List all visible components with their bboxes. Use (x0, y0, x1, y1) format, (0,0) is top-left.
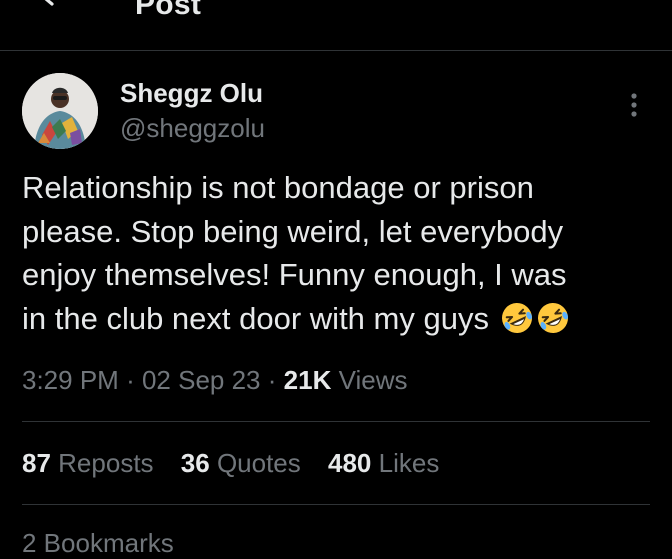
views-label[interactable]: Views (339, 365, 408, 395)
quotes-stat[interactable]: 36 Quotes (181, 448, 301, 478)
page-title: Post (135, 0, 202, 21)
post-date[interactable]: 02 Sep 23 (142, 365, 261, 395)
avatar-image (22, 73, 98, 149)
post-text-line: please. Stop being weird, let everybody (22, 213, 564, 249)
more-options-icon[interactable] (624, 90, 644, 120)
post-text-line: enjoy themselves! Funny enough, I was (22, 257, 567, 292)
post-time[interactable]: 3:29 PM (22, 365, 119, 395)
post-meta: 3:29 PM · 02 Sep 23 · 21K Views (22, 365, 408, 396)
likes-label: Likes (378, 448, 440, 478)
top-bar: Post (0, 0, 672, 51)
meta-separator: · (126, 365, 135, 395)
reposts-label: Reposts (58, 448, 154, 478)
post-text-line-content: in the club next door with my guys (22, 300, 489, 336)
likes-stat[interactable]: 480 Likes (328, 448, 439, 478)
rolling-on-floor-laughing-emoji (501, 302, 532, 333)
engagement-stats: 87 Reposts 36 Quotes 480 Likes (22, 448, 459, 479)
quotes-count: 36 (180, 448, 210, 478)
quotes-label: Quotes (216, 448, 301, 478)
avatar[interactable] (22, 73, 98, 149)
post-text-line-last: in the club next door with my guys (22, 297, 662, 341)
author-display-name[interactable]: Sheggz Olu (120, 78, 263, 109)
reposts-stat[interactable]: 87 Reposts (22, 448, 154, 478)
meta-separator: · (267, 365, 277, 395)
rolling-on-floor-laughing-emoji (537, 302, 568, 333)
divider (22, 504, 650, 505)
divider (22, 421, 650, 422)
post-text-line: Relationship is not bondage or prison (22, 170, 534, 205)
post-text: Relationship is not bondage or prison pl… (22, 166, 662, 340)
back-arrow-icon[interactable] (36, 0, 70, 16)
views-count[interactable]: 21K (284, 365, 332, 395)
author-handle[interactable]: @sheggzolu (120, 113, 265, 144)
likes-count: 480 (328, 448, 372, 478)
bookmarks-stat[interactable]: 2 Bookmarks (22, 528, 174, 559)
reposts-count: 87 (22, 448, 51, 478)
